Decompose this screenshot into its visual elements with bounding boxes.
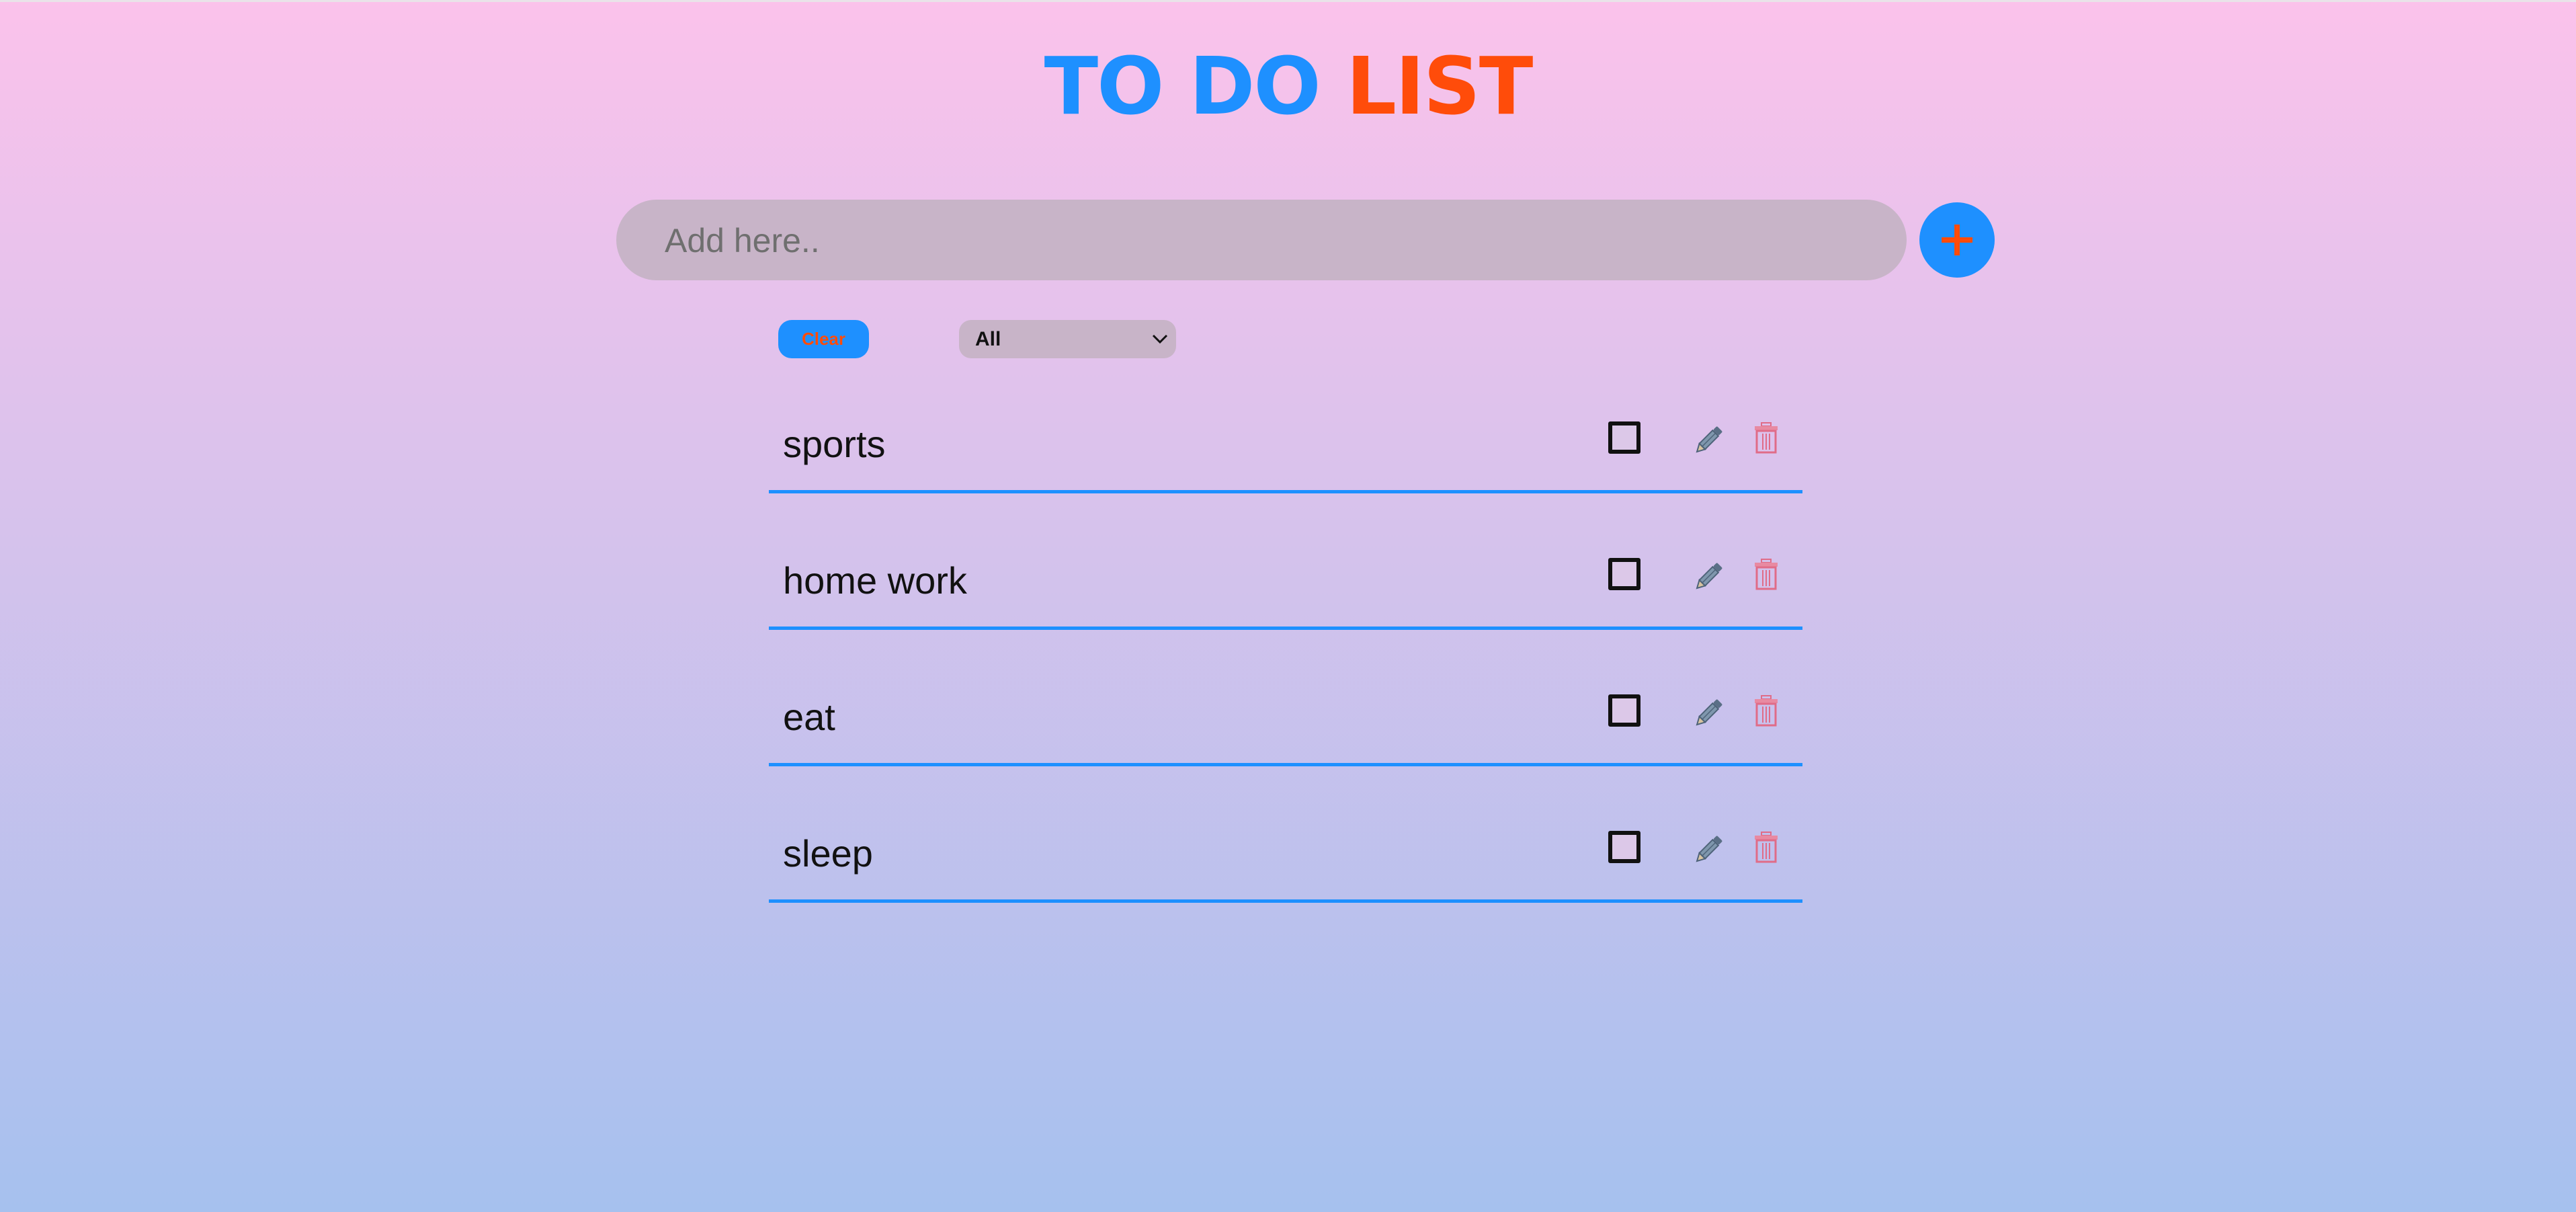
plus-icon: [1942, 225, 1972, 255]
todo-label: sports: [783, 423, 886, 465]
trash-icon[interactable]: [1753, 694, 1779, 727]
todo-item: sports: [769, 375, 1802, 512]
filter-selected-value: All: [975, 328, 1001, 350]
complete-checkbox[interactable]: [1608, 694, 1640, 727]
title-part-1: TO DO: [1044, 40, 1321, 132]
add-todo-input[interactable]: [663, 200, 1876, 282]
todo-item: sleep: [769, 784, 1802, 921]
trash-icon[interactable]: [1753, 558, 1779, 590]
chevron-down-icon: [1152, 334, 1168, 344]
clear-button[interactable]: Clear: [778, 320, 869, 358]
todo-item: eat: [769, 648, 1802, 784]
item-divider: [769, 899, 1802, 903]
todo-label: eat: [783, 696, 835, 738]
page-title: TO DO LIST: [0, 39, 2576, 133]
todo-label: sleep: [783, 832, 873, 875]
filter-select[interactable]: All: [959, 320, 1176, 358]
todo-list: sports home work eat sleep: [769, 375, 1802, 921]
add-todo-field[interactable]: [616, 200, 1907, 282]
pencil-icon[interactable]: [1691, 832, 1726, 867]
complete-checkbox[interactable]: [1608, 421, 1640, 454]
pencil-icon[interactable]: [1691, 559, 1726, 594]
trash-icon[interactable]: [1753, 421, 1779, 454]
add-todo-button[interactable]: [1919, 202, 1995, 278]
complete-checkbox[interactable]: [1608, 558, 1640, 590]
trash-icon[interactable]: [1753, 831, 1779, 863]
complete-checkbox[interactable]: [1608, 831, 1640, 863]
pencil-icon[interactable]: [1691, 423, 1726, 458]
item-divider: [769, 763, 1802, 766]
item-divider: [769, 490, 1802, 493]
pencil-icon[interactable]: [1691, 696, 1726, 731]
title-part-2: LIST: [1345, 40, 1534, 132]
todo-label: home work: [783, 559, 967, 602]
top-border: [0, 0, 2576, 2]
item-divider: [769, 627, 1802, 630]
todo-item: home work: [769, 512, 1802, 648]
